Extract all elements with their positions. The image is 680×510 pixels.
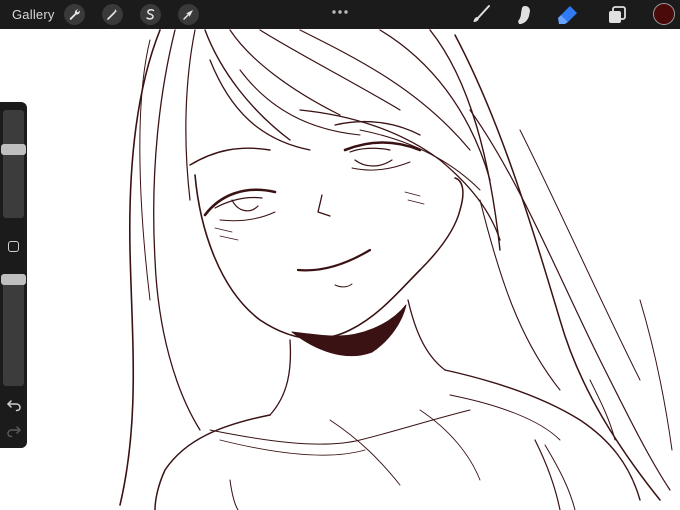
top-toolbar: Gallery [0, 0, 680, 29]
hair-stroke [229, 29, 341, 116]
eye [349, 147, 393, 167]
hair-stroke [639, 299, 673, 451]
brush-size-handle[interactable] [1, 144, 26, 155]
smudge-finger-icon[interactable] [512, 3, 536, 27]
collarbone [219, 439, 366, 456]
opacity-slider[interactable] [1, 274, 26, 386]
opacity-handle[interactable] [1, 274, 26, 285]
blush [214, 227, 239, 241]
face-contour [419, 177, 464, 271]
nose [317, 194, 331, 217]
transform-button[interactable] [178, 4, 199, 25]
mouth [296, 248, 372, 272]
eye [219, 211, 276, 222]
brush-size-slider[interactable] [1, 110, 26, 218]
hair-stroke [519, 129, 641, 381]
selection-button[interactable] [140, 4, 161, 25]
hair-stroke [153, 29, 201, 431]
brush-icon[interactable] [469, 3, 493, 27]
magic-wand-icon [107, 9, 118, 20]
color-picker-button[interactable] [653, 3, 675, 25]
body-line [544, 444, 576, 510]
layers-icon[interactable] [605, 3, 629, 27]
hair-stroke [259, 29, 401, 111]
face-contour [194, 174, 421, 340]
collarbone [449, 394, 561, 441]
hair-stroke [239, 69, 361, 136]
hair-stroke [185, 29, 196, 201]
hair-stroke [209, 59, 311, 151]
neck-line [407, 299, 446, 371]
gallery-button[interactable]: Gallery [12, 7, 55, 22]
wrench-icon [69, 9, 80, 20]
eraser-icon[interactable] [556, 3, 580, 27]
blush [404, 191, 425, 205]
arrow-cursor-icon [183, 10, 193, 20]
brow [189, 147, 271, 166]
eye [203, 188, 277, 217]
hair-stroke [119, 29, 161, 506]
shoulder-line [154, 414, 271, 510]
collarbone [419, 409, 481, 481]
hair-stroke [379, 29, 491, 181]
mouth [334, 283, 353, 288]
hair-stroke [479, 199, 561, 391]
left-sidebar [0, 102, 27, 448]
selection-s-icon [146, 9, 155, 20]
shoulder-line [444, 369, 641, 501]
hair-stroke [204, 29, 291, 141]
drawing-canvas[interactable] [0, 0, 680, 510]
collarbone [329, 419, 401, 486]
hair-stroke [299, 29, 471, 151]
hair-stroke [454, 34, 661, 501]
square-icon[interactable] [8, 241, 19, 252]
redo-arrow-icon[interactable] [6, 424, 22, 438]
neck-line [269, 339, 292, 416]
body-line [534, 439, 561, 510]
undo-arrow-icon[interactable] [6, 398, 22, 412]
ellipsis-icon[interactable] [331, 9, 349, 15]
body-line [229, 479, 239, 510]
actions-button[interactable] [64, 4, 85, 25]
adjustments-button[interactable] [102, 4, 123, 25]
